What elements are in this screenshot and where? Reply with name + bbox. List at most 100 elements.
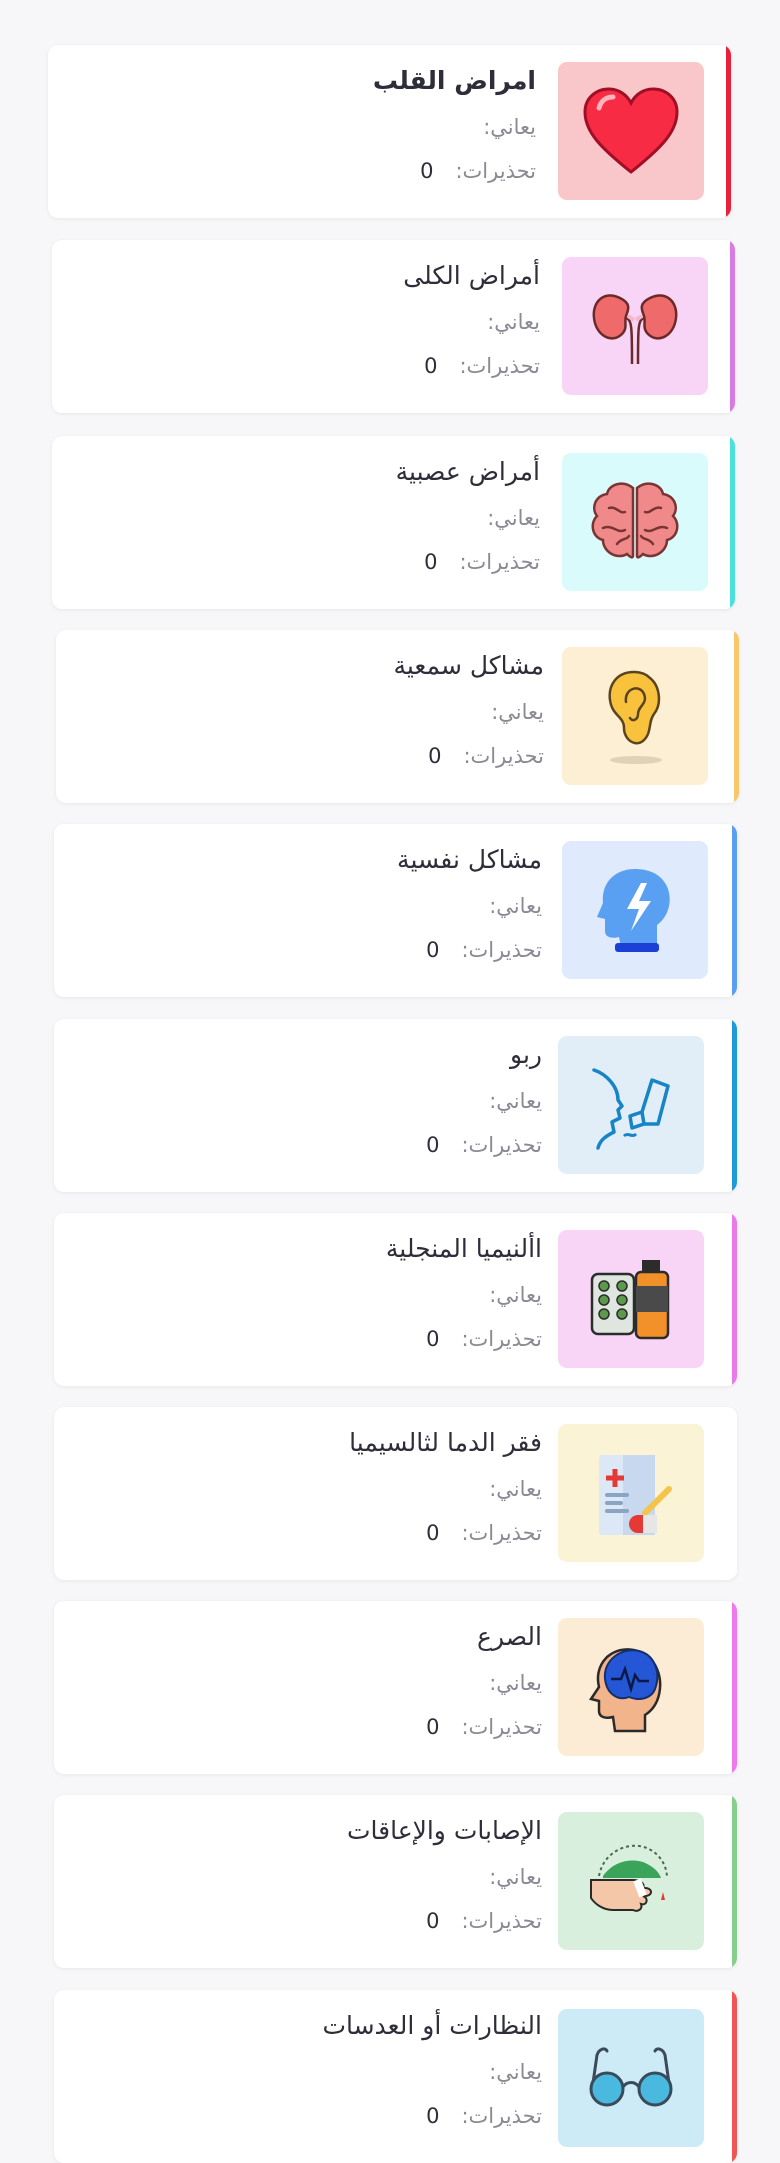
- card-info: األنيميا المنجلية يعاني: تحذيرات: 0: [386, 1233, 542, 1353]
- warnings-label: تحذيرات:: [461, 1133, 542, 1157]
- warnings-label: تحذيرات:: [461, 1909, 542, 1933]
- card-accent: [734, 630, 739, 803]
- condition-card[interactable]: ربو يعاني: تحذيرات: 0: [54, 1019, 737, 1192]
- card-info: ربو يعاني: تحذيرات: 0: [426, 1039, 542, 1159]
- condition-title: مشاكل سمعية: [393, 651, 544, 680]
- card-accent: [732, 1213, 737, 1386]
- condition-card[interactable]: مشاكل سمعية يعاني: تحذيرات: 0: [56, 630, 739, 803]
- card-thumbnail: [558, 1424, 704, 1562]
- card-accent: [732, 1795, 737, 1968]
- card-accent: [732, 1601, 737, 1774]
- condition-title: مشاكل نفسية: [397, 845, 542, 874]
- medication-icon: [590, 1260, 670, 1340]
- prescription-icon: [599, 1455, 672, 1535]
- kidneys-icon: [592, 294, 678, 365]
- inhaler-icon: [592, 1068, 670, 1150]
- card-accent: [726, 45, 731, 218]
- warnings-label: تحذيرات:: [461, 938, 542, 962]
- meaning-label: يعاني:: [489, 894, 542, 918]
- card-accent: [730, 240, 735, 413]
- card-accent: [732, 1019, 737, 1192]
- warnings-count: 0: [426, 1909, 440, 1933]
- warnings-count: 0: [426, 1715, 440, 1739]
- condition-card[interactable]: الصرع يعاني: تحذيرات: 0: [54, 1601, 737, 1774]
- warnings-label: تحذيرات:: [461, 1327, 542, 1351]
- warnings-label: تحذيرات:: [459, 550, 540, 574]
- condition-title: الصرع: [477, 1622, 542, 1651]
- card-accent: [730, 436, 735, 609]
- meaning-label: يعاني:: [483, 115, 536, 139]
- condition-card[interactable]: الإصابات والإعاقات يعاني: تحذيرات: 0: [54, 1795, 737, 1968]
- card-thumbnail: [562, 647, 708, 785]
- warnings-row: تحذيرات: 0: [322, 2102, 542, 2130]
- meaning-label: يعاني:: [489, 2060, 542, 2084]
- warnings-count: 0: [426, 938, 440, 962]
- condition-card[interactable]: األنيميا المنجلية يعاني: تحذيرات: 0: [54, 1213, 737, 1386]
- warnings-row: تحذيرات: 0: [426, 1713, 542, 1741]
- card-info: فقر الدما لثالسيميا يعاني: تحذيرات: 0: [349, 1427, 542, 1547]
- heart-icon: [583, 87, 679, 174]
- card-info: مشاكل سمعية يعاني: تحذيرات: 0: [393, 650, 544, 770]
- condition-title: امراض القلب: [372, 66, 536, 95]
- warnings-row: تحذيرات: 0: [403, 352, 540, 380]
- brain-icon: [591, 482, 679, 559]
- warnings-row: تحذيرات: 0: [373, 157, 536, 185]
- card-thumbnail: [562, 841, 708, 979]
- warnings-label: تحذيرات:: [461, 2104, 542, 2128]
- warnings-label: تحذيرات:: [455, 159, 536, 183]
- glasses-icon: [589, 2047, 673, 2107]
- warnings-row: تحذيرات: 0: [347, 1907, 542, 1935]
- warnings-count: 0: [426, 1327, 440, 1351]
- card-info: الإصابات والإعاقات يعاني: تحذيرات: 0: [347, 1815, 542, 1935]
- meaning-label: يعاني:: [489, 1865, 542, 1889]
- card-info: النظارات أو العدسات يعاني: تحذيرات: 0: [322, 2010, 542, 2130]
- warnings-count: 0: [426, 1133, 440, 1157]
- card-info: أمراض الكلى يعاني: تحذيرات: 0: [403, 260, 540, 380]
- card-accent: [732, 1407, 737, 1580]
- card-accent: [732, 824, 737, 997]
- condition-card[interactable]: أمراض الكلى يعاني: تحذيرات: 0: [52, 240, 735, 413]
- warnings-label: تحذيرات:: [461, 1521, 542, 1545]
- meaning-label: يعاني:: [487, 506, 540, 530]
- warnings-row: تحذيرات: 0: [349, 1519, 542, 1547]
- warnings-label: تحذيرات:: [461, 1715, 542, 1739]
- warnings-label: تحذيرات:: [463, 744, 544, 768]
- warnings-count: 0: [426, 1521, 440, 1545]
- epilepsy-head-icon: [588, 1648, 662, 1733]
- warnings-label: تحذيرات:: [459, 354, 540, 378]
- meaning-label: يعاني:: [491, 700, 544, 724]
- card-info: الصرع يعاني: تحذيرات: 0: [426, 1621, 542, 1741]
- condition-card[interactable]: مشاكل نفسية يعاني: تحذيرات: 0: [54, 824, 737, 997]
- card-thumbnail: [562, 257, 708, 395]
- warnings-row: تحذيرات: 0: [397, 936, 542, 964]
- injured-hand-icon: [590, 1844, 668, 1912]
- condition-card[interactable]: فقر الدما لثالسيميا يعاني: تحذيرات: 0: [54, 1407, 737, 1580]
- card-info: مشاكل نفسية يعاني: تحذيرات: 0: [397, 844, 542, 964]
- condition-title: أمراض عصبية: [395, 457, 540, 486]
- condition-card[interactable]: أمراض عصبية يعاني: تحذيرات: 0: [52, 436, 735, 609]
- condition-title: ربو: [510, 1040, 542, 1069]
- warnings-count: 0: [420, 159, 434, 183]
- warnings-count: 0: [426, 2104, 440, 2128]
- condition-title: فقر الدما لثالسيميا: [349, 1428, 542, 1457]
- card-thumbnail: [558, 2009, 704, 2147]
- meaning-label: يعاني:: [489, 1671, 542, 1695]
- warnings-row: تحذيرات: 0: [393, 742, 544, 770]
- warnings-row: تحذيرات: 0: [396, 548, 540, 576]
- condition-card[interactable]: النظارات أو العدسات يعاني: تحذيرات: 0: [54, 1990, 737, 2163]
- warnings-count: 0: [424, 354, 438, 378]
- meaning-label: يعاني:: [487, 310, 540, 334]
- condition-title: األنيميا المنجلية: [385, 1234, 542, 1263]
- card-thumbnail: [558, 1812, 704, 1950]
- condition-title: النظارات أو العدسات: [322, 2011, 542, 2040]
- meaning-label: يعاني:: [489, 1089, 542, 1113]
- condition-card[interactable]: امراض القلب يعاني: تحذيرات: 0: [48, 45, 731, 218]
- card-thumbnail: [558, 1618, 704, 1756]
- mental-health-icon: [597, 869, 670, 952]
- warnings-row: تحذيرات: 0: [426, 1131, 542, 1159]
- warnings-count: 0: [428, 744, 442, 768]
- meaning-label: يعاني:: [489, 1477, 542, 1501]
- ear-icon: [608, 670, 662, 764]
- card-thumbnail: [558, 62, 704, 200]
- card-thumbnail: [558, 1036, 704, 1174]
